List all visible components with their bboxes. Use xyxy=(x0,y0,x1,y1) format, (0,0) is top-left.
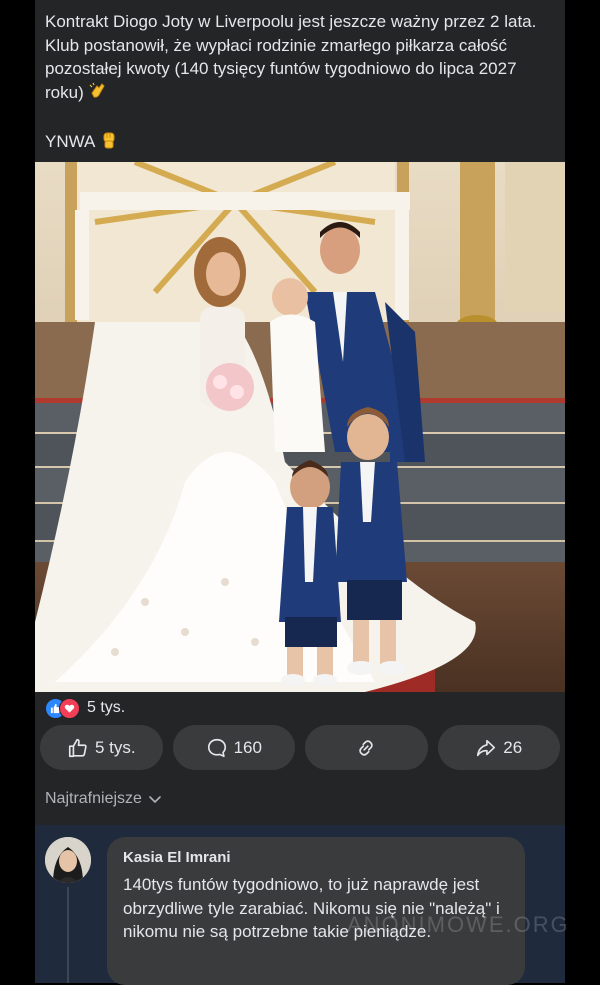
share-button[interactable]: 26 xyxy=(437,725,560,770)
comment-author[interactable]: Kasia El Imrani xyxy=(123,849,231,866)
copy-link-button[interactable] xyxy=(305,725,428,770)
comment-sort-dropdown[interactable]: Najtrafniejsze xyxy=(45,790,162,808)
reaction-summary[interactable]: 5 tys. xyxy=(45,697,125,719)
post-photo[interactable] xyxy=(35,162,565,692)
avatar[interactable] xyxy=(45,837,91,883)
link-icon xyxy=(359,739,374,756)
reaction-icons xyxy=(45,698,81,719)
share-count: 26 xyxy=(503,737,523,757)
thread-line xyxy=(67,887,69,983)
comment-button[interactable]: 160 xyxy=(172,725,295,770)
facebook-post: Kontrakt Diogo Joty w Liverpoolu jest je… xyxy=(35,0,568,985)
watermark: ANONIMOWE.ORG xyxy=(347,912,570,937)
comment-bubble[interactable]: Kasia El Imrani 140tys funtów tygodniowo… xyxy=(107,837,568,985)
clapping-hands-icon xyxy=(88,81,108,101)
chevron-down-icon xyxy=(149,796,161,804)
post-text: Kontrakt Diogo Joty w Liverpoolu jest je… xyxy=(45,12,537,102)
comment-count: 160 xyxy=(233,737,262,757)
raised-fist-icon xyxy=(99,130,119,150)
like-count: 5 tys. xyxy=(94,737,136,757)
ynwa-text: YNWA xyxy=(45,132,96,151)
post-body: Kontrakt Diogo Joty w Liverpoolu jest je… xyxy=(45,10,555,104)
action-bar: 5 tys. 160 26 xyxy=(40,725,560,770)
comment-section: Kasia El Imrani 140tys funtów tygodniowo… xyxy=(35,825,568,985)
post-signoff: YNWA xyxy=(45,130,119,152)
sort-label: Najtrafniejsze xyxy=(45,790,142,807)
love-icon xyxy=(59,698,80,719)
reaction-count: 5 tys. xyxy=(87,699,126,716)
thumbs-up-icon xyxy=(68,738,87,757)
comment-bubble-icon xyxy=(207,738,226,757)
like-button[interactable]: 5 tys. xyxy=(40,725,163,770)
share-arrow-icon xyxy=(477,739,496,756)
